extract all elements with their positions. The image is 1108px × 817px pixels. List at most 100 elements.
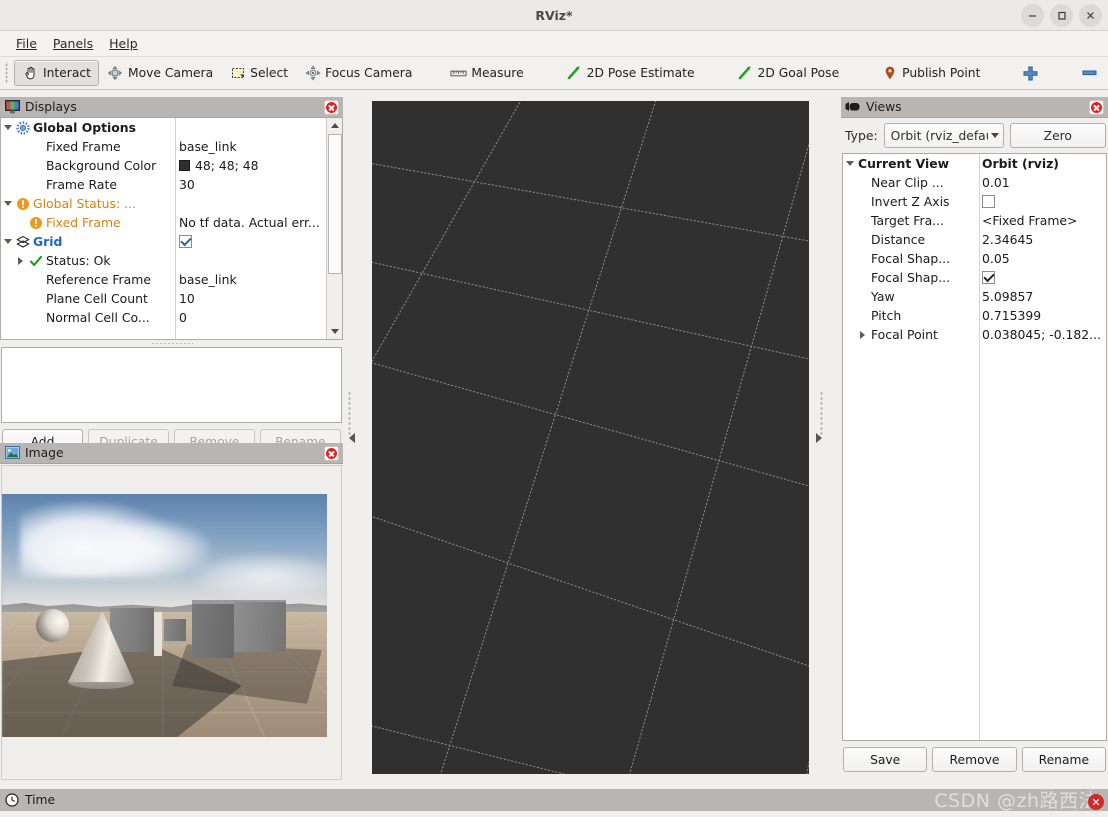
scrollbar-thumb[interactable] — [328, 134, 342, 274]
tree-row[interactable]: Normal Cell Co... 0 — [1, 308, 327, 327]
zero-button[interactable]: Zero — [1009, 123, 1106, 148]
check-ok-icon — [27, 254, 44, 268]
tree-row[interactable]: Global Options — [1, 118, 327, 137]
box-object — [164, 619, 186, 641]
tree-row-value-cell[interactable]: <Fixed Frame> — [979, 211, 1106, 230]
tool-select[interactable]: Select — [221, 60, 296, 86]
close-panel-icon[interactable] — [324, 445, 339, 461]
displays-scrollbar[interactable] — [326, 118, 342, 339]
displays-tree[interactable]: Global Options Fixed Frame base_link Backgr… — [0, 118, 343, 340]
tree-row[interactable]: Distance 2.34645 — [843, 230, 1106, 249]
tree-row-value-cell[interactable] — [176, 251, 327, 270]
tree-row-label-cell: Global Options — [1, 118, 176, 137]
tree-row-value-cell[interactable]: 48; 48; 48 — [176, 156, 327, 175]
left-panel-collapse-handle[interactable] — [345, 101, 359, 774]
tree-row[interactable]: Plane Cell Count 10 — [1, 289, 327, 308]
tree-row[interactable]: Grid — [1, 232, 327, 251]
tree-row[interactable]: Invert Z Axis — [843, 192, 1106, 211]
tool-publish-point[interactable]: Publish Point — [873, 60, 988, 86]
tree-row-checkbox[interactable] — [982, 271, 995, 284]
tree-row[interactable]: Current View Orbit (rviz) — [843, 154, 1106, 173]
tree-row[interactable]: Background Color 48; 48; 48 — [1, 156, 327, 175]
tree-row-label: Focal Point — [871, 327, 938, 342]
remove-view-button[interactable]: Remove — [932, 747, 1017, 772]
tree-row[interactable]: Near Clip ... 0.01 — [843, 173, 1106, 192]
menu-file[interactable]: File — [8, 34, 45, 53]
view-type-select[interactable]: Orbit (rviz_defau — [883, 123, 1004, 148]
views-tree[interactable]: Current View Orbit (rviz) Near Clip ... 0.0… — [842, 153, 1107, 741]
tree-row[interactable]: Fixed Frame base_link — [1, 137, 327, 156]
rename-view-button[interactable]: Rename — [1021, 747, 1106, 772]
3d-viewport[interactable] — [372, 101, 809, 774]
tool-move-camera[interactable]: Move Camera — [99, 60, 221, 86]
color-swatch[interactable] — [179, 160, 190, 171]
image-display-area[interactable] — [1, 465, 342, 780]
scroll-up-icon[interactable] — [327, 118, 342, 133]
scroll-down-icon[interactable] — [327, 324, 342, 339]
toolbar-grip[interactable] — [3, 62, 12, 84]
displays-panel-title: Displays — [25, 100, 77, 114]
tree-row[interactable]: Yaw 5.09857 — [843, 287, 1106, 306]
tree-row-value-cell[interactable]: base_link — [176, 270, 327, 289]
tool-2d-pose-estimate[interactable]: 2D Pose Estimate — [558, 60, 703, 86]
tool-focus-camera[interactable]: Focus Camera — [296, 60, 420, 86]
tree-row-value-cell[interactable]: 0.05 — [979, 249, 1106, 268]
expander-right-icon[interactable] — [856, 330, 869, 339]
tree-row-label: Background Color — [46, 158, 157, 173]
tree-row[interactable]: Focal Shap... — [843, 268, 1106, 287]
close-panel-icon[interactable] — [1089, 99, 1104, 115]
tree-row[interactable]: Focal Point 0.038045; -0.182... — [843, 325, 1106, 344]
right-panel-collapse-handle[interactable] — [812, 101, 826, 774]
close-icon[interactable] — [1079, 4, 1102, 27]
remove-tool-button[interactable] — [1073, 60, 1106, 86]
tree-row-value-cell[interactable]: 0.01 — [979, 173, 1106, 192]
tree-row-value-cell[interactable] — [176, 194, 327, 213]
add-tool-button[interactable] — [1014, 60, 1047, 86]
expander-down-icon[interactable] — [1, 125, 14, 130]
tree-row-value-cell[interactable]: base_link — [176, 137, 327, 156]
tree-row-value-cell[interactable]: 0.038045; -0.182... — [979, 325, 1106, 344]
tree-row-value-cell[interactable]: 5.09857 — [979, 287, 1106, 306]
tree-row-value: Orbit (rviz) — [982, 156, 1059, 171]
tree-row-label-cell: Focal Shap... — [843, 249, 979, 268]
menu-help[interactable]: Help — [101, 34, 146, 53]
tool-interact[interactable]: Interact — [14, 60, 99, 86]
expander-right-icon[interactable] — [14, 256, 27, 265]
tree-row[interactable]: Focal Shap... 0.05 — [843, 249, 1106, 268]
expander-down-icon[interactable] — [1, 201, 14, 206]
tree-row[interactable]: Pitch 0.715399 — [843, 306, 1106, 325]
tree-row-value-cell[interactable] — [979, 268, 1106, 287]
tree-row[interactable]: Frame Rate 30 — [1, 175, 327, 194]
menu-panels[interactable]: Panels — [45, 34, 101, 53]
tree-row-value-cell[interactable] — [979, 192, 1106, 211]
displays-splitter[interactable] — [0, 340, 343, 347]
save-button[interactable]: Save — [843, 747, 928, 772]
maximize-icon[interactable] — [1050, 4, 1073, 27]
tree-row-value-cell[interactable]: 0.715399 — [979, 306, 1106, 325]
tool-2d-goal-pose[interactable]: 2D Goal Pose — [729, 60, 848, 86]
tree-row[interactable]: Status: Ok — [1, 251, 327, 270]
tree-row-value-cell[interactable] — [176, 118, 327, 137]
minimize-icon[interactable] — [1021, 4, 1044, 27]
tree-row[interactable]: Reference Frame base_link — [1, 270, 327, 289]
tree-row-value-cell[interactable]: 10 — [176, 289, 327, 308]
tree-row[interactable]: Target Fra... <Fixed Frame> — [843, 211, 1106, 230]
tree-row[interactable]: Fixed Frame No tf data. Actual err... — [1, 213, 327, 232]
expander-down-icon[interactable] — [843, 161, 856, 166]
tool-measure[interactable]: Measure — [442, 60, 531, 86]
expander-down-icon[interactable] — [1, 239, 14, 244]
view-type-label: Type: — [845, 128, 878, 143]
tree-row-label-cell: Current View — [843, 154, 979, 173]
tree-row-value-cell[interactable]: 0 — [176, 308, 327, 327]
tree-row-value-cell[interactable]: 30 — [176, 175, 327, 194]
grid-render — [372, 101, 809, 774]
tree-row-value-cell[interactable]: 2.34645 — [979, 230, 1106, 249]
tree-row-value-cell[interactable]: Orbit (rviz) — [979, 154, 1106, 173]
tree-row-checkbox[interactable] — [982, 195, 995, 208]
tree-row-value: 0.01 — [982, 175, 1010, 190]
tree-row-checkbox[interactable] — [179, 235, 192, 248]
close-panel-icon[interactable] — [324, 99, 339, 115]
tree-row-value-cell[interactable]: No tf data. Actual err... — [176, 213, 327, 232]
tree-row[interactable]: Global Status: ... — [1, 194, 327, 213]
tree-row-value-cell[interactable] — [176, 232, 327, 251]
